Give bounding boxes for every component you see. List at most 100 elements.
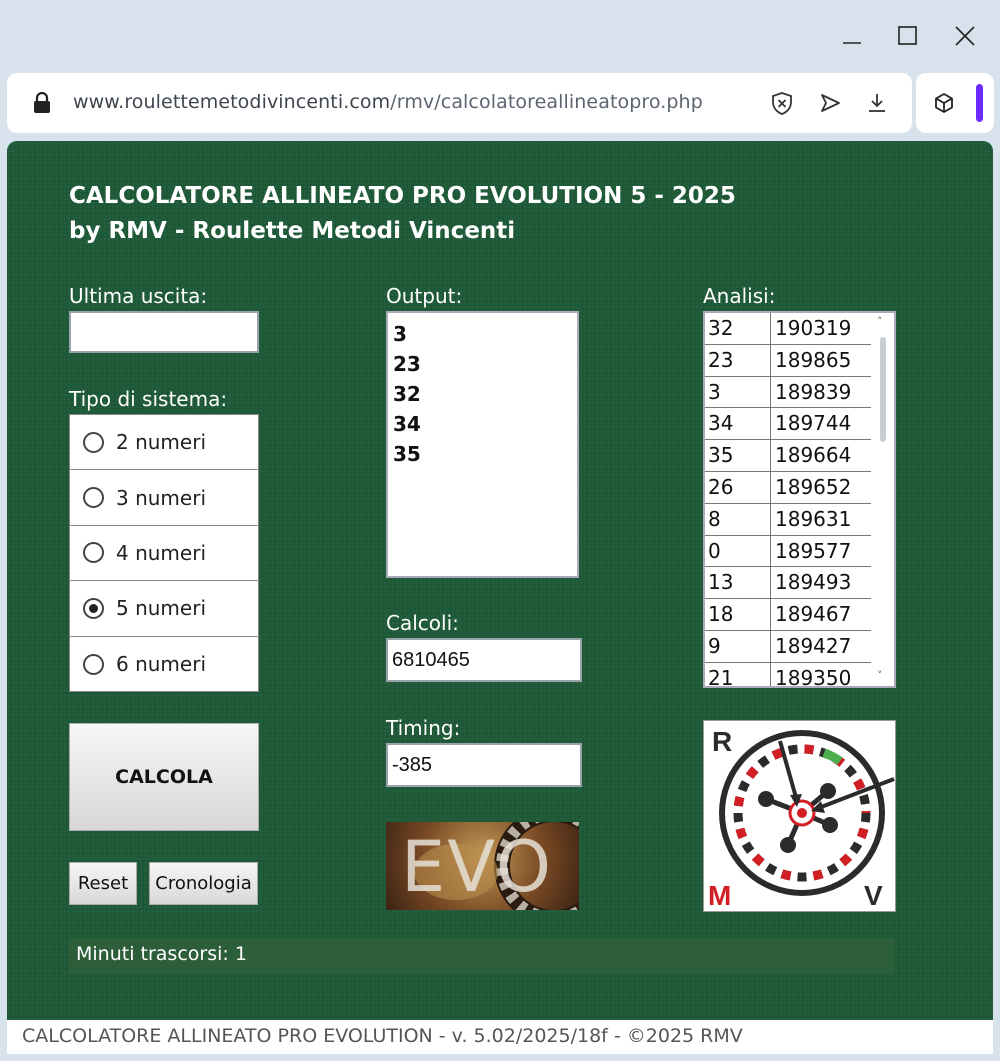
radio-button[interactable] <box>83 653 104 675</box>
number-cell: 18 <box>705 599 771 631</box>
download-icon[interactable] <box>863 89 891 117</box>
radio-label: 5 numeri <box>116 596 206 621</box>
elapsed-minutes-bar: Minuti trascorsi: 1 <box>69 938 895 974</box>
number-cell: 35 <box>705 440 771 472</box>
maximize-icon <box>898 26 917 45</box>
output-value: 3 <box>393 322 407 346</box>
minimize-button[interactable] <box>834 18 870 54</box>
score-cell: 189664 <box>771 440 871 472</box>
table-row: 8 189631 <box>705 503 894 536</box>
radio-label: 6 numeri <box>116 652 206 677</box>
scroll-thumb[interactable] <box>880 337 886 442</box>
output-value: 32 <box>393 382 421 406</box>
table-row: 3 189839 <box>705 376 894 409</box>
radio-button[interactable] <box>83 487 104 509</box>
table-row: 34 189744 <box>705 408 894 441</box>
radio-label: 4 numeri <box>116 540 206 565</box>
lock-icon <box>33 91 51 118</box>
score-cell: 189865 <box>771 345 871 377</box>
roulette-target-icon: R M V <box>708 726 895 911</box>
output-value: 34 <box>393 412 421 436</box>
radio-6-numeri[interactable]: 6 numeri <box>70 637 258 692</box>
table-row: 13 189493 <box>705 567 894 600</box>
shield-icon[interactable] <box>768 89 796 117</box>
score-cell: 189652 <box>771 472 871 504</box>
scroll-down-icon[interactable]: ˅ <box>877 669 883 682</box>
analisi-table[interactable]: 32 190319 23 189865 3 189839 34 189744 35 189… <box>703 311 896 688</box>
radio-button[interactable] <box>83 542 104 564</box>
maximize-button[interactable] <box>890 18 926 54</box>
evo-banner-image: EVO <box>386 822 579 910</box>
radio-2-numeri[interactable]: 2 numeri <box>70 415 258 471</box>
address-bar[interactable]: www.roulettemetodivincenti.com/rmv/calco… <box>7 73 912 133</box>
minimize-icon <box>843 42 861 44</box>
evo-text: EVO <box>401 826 553 908</box>
score-cell: 189631 <box>771 504 871 536</box>
number-cell: 21 <box>705 662 771 686</box>
ultima-uscita-label: Ultima uscita: <box>69 284 208 308</box>
radio-label: 3 numeri <box>116 485 206 510</box>
table-row: 9 189427 <box>705 630 894 663</box>
radio-button[interactable] <box>83 431 104 453</box>
send-icon[interactable] <box>816 89 844 117</box>
cronologia-button[interactable]: Cronologia <box>149 862 258 905</box>
timing-label: Timing: <box>386 716 461 740</box>
title-line-2: by RMV - Roulette Metodi Vincenti <box>69 218 516 244</box>
score-cell: 189577 <box>771 536 871 568</box>
score-cell: 189467 <box>771 599 871 631</box>
table-row: 35 189664 <box>705 440 894 472</box>
score-cell: 189350 <box>771 663 871 686</box>
timing-field[interactable] <box>386 743 582 787</box>
radio-5-numeri[interactable]: 5 numeri <box>70 581 258 637</box>
number-cell: 26 <box>705 471 771 504</box>
calcola-button[interactable]: CALCOLA <box>69 723 259 831</box>
system-type-radio-group: 2 numeri 3 numeri 4 numeri 5 numeri 6 nu… <box>69 414 259 692</box>
analisi-rows: 32 190319 23 189865 3 189839 34 189744 35 189… <box>705 313 894 686</box>
logo-letter-r: R <box>712 726 732 757</box>
radio-4-numeri[interactable]: 4 numeri <box>70 526 258 582</box>
radio-3-numeri[interactable]: 3 numeri <box>70 470 258 526</box>
score-cell: 189493 <box>771 567 871 600</box>
scroll-up-icon[interactable]: ˄ <box>877 315 883 328</box>
tipo-sistema-label: Tipo di sistema: <box>69 387 228 411</box>
table-row: 18 189467 <box>705 599 894 631</box>
logo-letter-m: M <box>708 880 731 911</box>
profile-accent-bar[interactable] <box>976 84 983 122</box>
extensions-area <box>916 73 994 133</box>
number-cell: 23 <box>705 344 771 377</box>
ultima-uscita-input[interactable] <box>69 311 259 353</box>
url-text[interactable]: www.roulettemetodivincenti.com/rmv/calco… <box>73 91 703 113</box>
table-row: 0 189577 <box>705 535 894 568</box>
number-cell: 8 <box>705 503 771 536</box>
output-label: Output: <box>386 284 463 308</box>
table-row: 26 189652 <box>705 471 894 504</box>
number-cell: 34 <box>705 408 771 441</box>
close-icon <box>955 26 975 46</box>
table-row: 32 190319 <box>705 313 894 345</box>
number-cell: 3 <box>705 376 771 409</box>
number-cell: 0 <box>705 535 771 568</box>
url-path: /rmv/calcolatoreallineatopro.php <box>390 91 703 113</box>
score-cell: 189427 <box>771 631 871 663</box>
footer-version-text: CALCOLATORE ALLINEATO PRO EVOLUTION - v.… <box>7 1020 993 1054</box>
rmv-logo: R M V <box>703 720 896 912</box>
table-row: 21 189350 <box>705 662 894 686</box>
title-line-1: CALCOLATORE ALLINEATO PRO EVOLUTION 5 - … <box>69 183 736 209</box>
close-button[interactable] <box>947 18 983 54</box>
reset-button[interactable]: Reset <box>69 862 137 905</box>
output-value: 23 <box>393 352 421 376</box>
number-cell: 13 <box>705 567 771 600</box>
output-box[interactable]: 3 23 32 34 35 <box>386 311 579 578</box>
score-cell: 189839 <box>771 377 871 409</box>
logo-letter-v: V <box>864 880 883 911</box>
analisi-scrollbar[interactable]: ˄ ˅ <box>872 313 894 686</box>
radio-selected-dot <box>89 603 98 613</box>
score-cell: 189744 <box>771 408 871 441</box>
url-domain: www.roulettemetodivincenti.com <box>73 91 391 113</box>
calcoli-field[interactable] <box>386 638 582 682</box>
calculator-page: CALCOLATORE ALLINEATO PRO EVOLUTION 5 - … <box>7 141 993 1020</box>
cube-icon[interactable] <box>930 89 958 117</box>
radio-button-selected[interactable] <box>83 597 104 619</box>
table-row: 23 189865 <box>705 344 894 377</box>
number-cell: 9 <box>705 630 771 663</box>
